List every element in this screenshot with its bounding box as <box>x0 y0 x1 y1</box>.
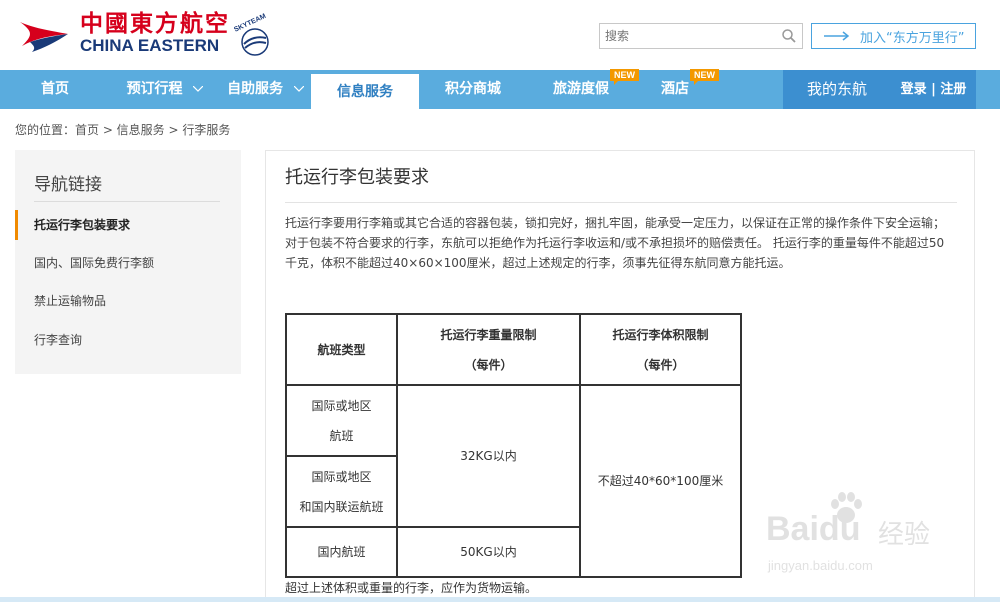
chevron-down-icon <box>293 86 304 92</box>
nav-hotels-label: 酒店 <box>661 81 689 97</box>
skyteam-logo-icon: SKYTEAM <box>233 13 269 56</box>
cell-intl-flight: 国际或地区 航班 <box>285 384 398 457</box>
breadcrumb: 您的位置：首页 > 信息服务 > 行李服务 <box>15 123 231 137</box>
header-flight-type: 航班类型 <box>285 313 398 386</box>
sidebar-item-baggage-query[interactable]: 行李查询 <box>15 325 241 355</box>
cell-domestic-flight: 国内航班 <box>285 526 398 578</box>
sidebar-item-free-allowance[interactable]: 国内、国际免费行李额 <box>15 248 241 278</box>
nav-holidays[interactable]: 旅游度假 NEW <box>527 69 639 109</box>
nav-info-service[interactable]: 信息服务 <box>311 72 419 109</box>
nav-hotels[interactable]: 酒店 NEW <box>635 69 719 109</box>
nav-info-service-label: 信息服务 <box>337 84 393 100</box>
register-link[interactable]: 注册 <box>940 82 966 97</box>
site-header: 中國東方航空 CHINA EASTERN SKYTEAM 加入“东方万里行” <box>0 0 1000 70</box>
search-input[interactable] <box>600 24 770 48</box>
nav-points-mall[interactable]: 积分商城 <box>419 70 527 109</box>
sidebar-item-packing-requirements[interactable]: 托运行李包装要求 <box>15 210 241 240</box>
nav-booking[interactable]: 预订行程 <box>110 70 220 109</box>
nav-booking-label: 预订行程 <box>126 81 183 97</box>
cell-intl-weight: 32KG以内 <box>396 384 581 528</box>
chevron-down-icon <box>193 86 204 92</box>
cargo-note: 超过上述体积或重量的行李，应作为货物运输。 <box>285 581 538 595</box>
watermark-cn: 经验 <box>878 520 931 550</box>
my-eastern-link[interactable]: 我的东航 <box>783 70 891 109</box>
header-weight-limit: 托运行李重量限制 （每件） <box>396 313 581 386</box>
login-link[interactable]: 登录 <box>901 82 927 97</box>
nav-points-mall-label: 积分商城 <box>445 81 501 97</box>
page-title: 托运行李包装要求 <box>285 167 429 188</box>
login-separator: | <box>931 82 936 97</box>
header-weight-limit-sub: （每件） <box>464 357 513 372</box>
nav-home-label: 首页 <box>41 81 69 97</box>
header-volume-limit: 托运行李体积限制 （每件） <box>579 313 742 386</box>
logo-chinese-text: 中國東方航空 <box>80 11 230 37</box>
bottom-bar <box>0 597 1000 602</box>
sidebar-title: 导航链接 <box>34 175 102 195</box>
new-badge: NEW <box>690 69 719 85</box>
swallow-logo-icon <box>20 14 68 54</box>
sidebar-divider <box>34 201 220 202</box>
china-eastern-logo[interactable]: 中國東方航空 CHINA EASTERN <box>16 12 230 56</box>
login-register: 登录 | 注册 <box>891 70 976 109</box>
cell-volume-limit: 不超过40*60*100厘米 <box>579 384 742 578</box>
watermark-brand: Baidu <box>766 510 861 548</box>
arrow-right-icon <box>824 31 850 41</box>
logo-english-text: CHINA EASTERN <box>80 36 220 55</box>
sidebar: 导航链接 托运行李包装要求 国内、国际免费行李额 禁止运输物品 行李查询 <box>15 150 241 374</box>
search-box <box>599 23 803 49</box>
nav-self-service-label: 自助服务 <box>227 81 284 97</box>
cell-intl-domestic-connecting: 国际或地区 和国内联运航班 <box>285 455 398 528</box>
header-weight-limit-text: 托运行李重量限制 <box>440 327 537 342</box>
join-eastern-miles-button[interactable]: 加入“东方万里行” <box>811 23 976 49</box>
search-icon[interactable] <box>781 28 797 44</box>
nav-home[interactable]: 首页 <box>0 70 110 109</box>
cell-domestic-weight: 50KG以内 <box>396 526 581 578</box>
watermark-url: jingyan.baidu.com <box>768 558 873 573</box>
baidu-jingyan-watermark: Baidu 经验 jingyan.baidu.com <box>760 488 950 583</box>
nav-self-service[interactable]: 自助服务 <box>220 70 311 109</box>
nav-holidays-label: 旅游度假 <box>553 81 609 97</box>
intro-paragraph: 托运行李要用行李箱或其它合适的容器包装，锁扣完好，捆扎牢固，能承受一定压力，以保… <box>285 216 946 270</box>
header-volume-limit-sub: （每件） <box>636 357 685 372</box>
baggage-limits-table: 航班类型 托运行李重量限制 （每件） 托运行李体积限制 （每件） 国际或地区 航… <box>285 313 742 578</box>
title-divider <box>285 202 957 203</box>
sidebar-item-prohibited-items[interactable]: 禁止运输物品 <box>15 286 241 316</box>
header-volume-limit-text: 托运行李体积限制 <box>612 327 709 342</box>
join-label: 加入“东方万里行” <box>860 30 965 46</box>
